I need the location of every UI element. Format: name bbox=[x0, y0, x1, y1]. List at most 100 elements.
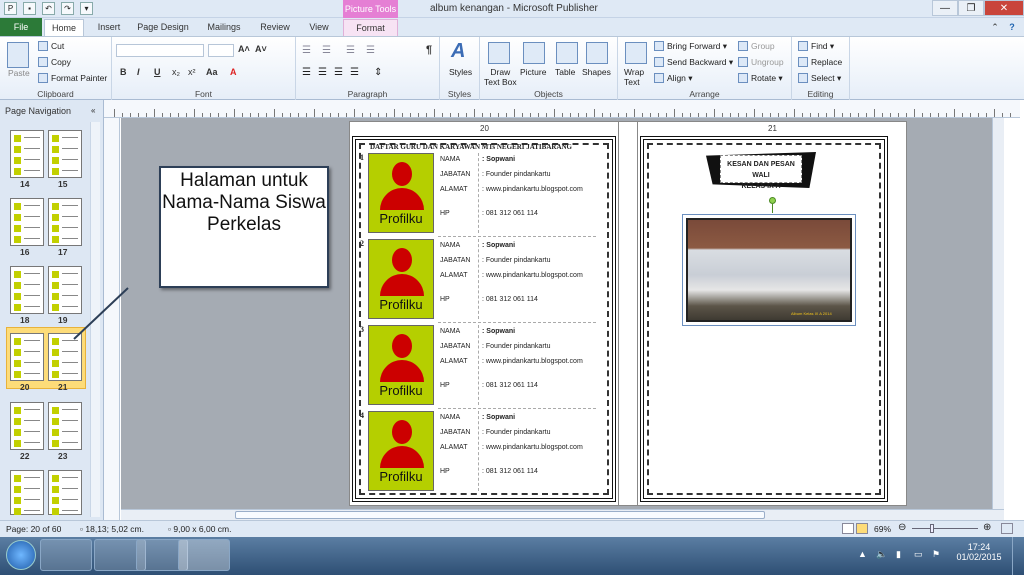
action-center-icon[interactable]: ⚑ bbox=[932, 549, 940, 560]
page-thumbnail[interactable] bbox=[48, 470, 82, 515]
zoom-slider-thumb[interactable] bbox=[930, 524, 934, 533]
help-icon[interactable]: ? bbox=[1005, 19, 1019, 36]
page-20[interactable]: 20 DAFTAR GURU DAN KARYAWAN MTs NEGERI J… bbox=[349, 121, 619, 506]
ungroup-button[interactable]: Ungroup bbox=[738, 57, 784, 67]
page-thumbnail[interactable] bbox=[10, 333, 44, 381]
page-thumb-pair[interactable]: 22 23 bbox=[8, 402, 84, 461]
send-backward-button[interactable]: Send Backward ▾ bbox=[654, 57, 733, 68]
zoom-slider[interactable] bbox=[912, 528, 978, 529]
superscript-icon[interactable]: x² bbox=[188, 67, 196, 77]
two-page-view-icon[interactable] bbox=[856, 523, 868, 534]
page-thumbnail[interactable] bbox=[10, 266, 44, 314]
subscript-icon[interactable]: x₂ bbox=[172, 67, 180, 77]
page-21[interactable]: 21 KESAN DAN PESAN WALI KELAS IX A Album… bbox=[637, 121, 907, 506]
show-desktop-button[interactable] bbox=[1012, 537, 1024, 575]
bullets-icon[interactable]: ☰ bbox=[302, 45, 311, 56]
member-entry[interactable]: 3 Profilku NAMA JABATAN ALAMAT HP : Sopw… bbox=[360, 325, 596, 409]
profile-photo-placeholder[interactable]: Profilku bbox=[368, 239, 434, 319]
member-entry[interactable]: 2 Profilku NAMA JABATAN ALAMAT HP : Sopw… bbox=[360, 239, 596, 323]
grow-font-button[interactable]: A˄ bbox=[238, 44, 250, 54]
align-button[interactable]: Align ▾ bbox=[654, 73, 693, 84]
font-color-icon[interactable]: A bbox=[230, 67, 237, 77]
page-thumb-pair[interactable]: 14 15 bbox=[8, 130, 84, 189]
change-case-icon[interactable]: Aa bbox=[206, 67, 218, 77]
bold-button[interactable]: B bbox=[120, 67, 127, 77]
picture-button[interactable]: Picture bbox=[520, 67, 546, 77]
tab-view[interactable]: View bbox=[304, 19, 334, 36]
network-icon[interactable]: ▮ bbox=[896, 549, 901, 560]
rotate-button[interactable]: Rotate ▾ bbox=[738, 73, 783, 84]
profile-photo-placeholder[interactable]: Profilku bbox=[368, 153, 434, 233]
start-button[interactable] bbox=[6, 540, 36, 570]
page-thumbnail[interactable] bbox=[48, 198, 82, 246]
styles-button[interactable]: Styles bbox=[449, 67, 472, 77]
tab-file[interactable]: File bbox=[0, 18, 42, 36]
class-photo-selected[interactable]: Album Kelas IX A 2014 bbox=[682, 214, 856, 326]
undo-icon[interactable]: ↶ bbox=[42, 2, 55, 15]
page-thumb-pair[interactable]: 16 17 bbox=[8, 198, 84, 257]
redo-icon[interactable]: ↷ bbox=[61, 2, 74, 15]
publisher-app-icon[interactable]: P bbox=[4, 2, 17, 15]
show-hidden-icons-icon[interactable]: ▲ bbox=[858, 549, 867, 559]
tab-page-design[interactable]: Page Design bbox=[134, 19, 192, 36]
shapes-button[interactable]: Shapes bbox=[582, 67, 611, 77]
banner-text-box[interactable]: KESAN DAN PESAN WALI KELAS IX A bbox=[720, 155, 802, 190]
format-painter-button[interactable]: Format Painter bbox=[38, 73, 107, 83]
show-pilcrow-button[interactable]: ¶ bbox=[426, 44, 432, 56]
table-button[interactable]: Table bbox=[555, 67, 575, 77]
paste-button[interactable]: Paste bbox=[8, 68, 30, 78]
page-thumbnail[interactable] bbox=[10, 130, 44, 178]
align-right-icon[interactable]: ☰ bbox=[334, 67, 343, 78]
bring-forward-button[interactable]: Bring Forward ▾ bbox=[654, 41, 727, 52]
page-thumbnail[interactable] bbox=[10, 470, 44, 515]
battery-icon[interactable]: ▭ bbox=[914, 549, 923, 560]
member-entry[interactable]: 4 Profilku NAMA JABATAN ALAMAT HP : Sopw… bbox=[360, 411, 595, 495]
wrap-text-button[interactable]: Wrap Text bbox=[624, 67, 644, 87]
copy-button[interactable]: Copy bbox=[38, 57, 71, 67]
line-spacing-icon[interactable]: ⇕ bbox=[374, 67, 382, 78]
paste-icon[interactable] bbox=[7, 42, 29, 68]
page-thumbnail[interactable] bbox=[10, 402, 44, 450]
profile-photo-placeholder[interactable]: Profilku bbox=[368, 325, 434, 405]
zoom-level[interactable]: 69% bbox=[874, 524, 891, 534]
volume-icon[interactable]: 🔈 bbox=[876, 549, 887, 560]
minimize-ribbon-icon[interactable]: ⌃ bbox=[988, 19, 1002, 36]
minimize-button[interactable]: — bbox=[932, 0, 958, 16]
horizontal-scrollbar[interactable] bbox=[121, 509, 1004, 520]
tab-home[interactable]: Home bbox=[44, 19, 84, 36]
member-entry[interactable]: 1 Profilku NAMA JABATAN ALAMAT HP : Sopw… bbox=[360, 153, 596, 237]
draw-text-box-button[interactable]: Draw Text Box bbox=[484, 67, 517, 87]
tab-mailings[interactable]: Mailings bbox=[202, 19, 246, 36]
clock[interactable]: 17:24 01/02/2015 bbox=[954, 542, 1004, 562]
horizontal-ruler[interactable] bbox=[104, 100, 1020, 118]
indent-icon[interactable]: ☰ bbox=[346, 45, 355, 56]
tab-format[interactable]: Format bbox=[343, 19, 398, 36]
rotate-handle-icon[interactable] bbox=[769, 197, 776, 204]
page-thumbnail[interactable] bbox=[48, 402, 82, 450]
replace-button[interactable]: Replace bbox=[798, 57, 842, 67]
page-thumbnail[interactable] bbox=[48, 130, 82, 178]
font-name-combo[interactable] bbox=[116, 44, 204, 57]
page-indicator[interactable]: Page: 20 of 60 bbox=[6, 524, 61, 534]
align-center-icon[interactable]: ☰ bbox=[318, 67, 327, 78]
select-button[interactable]: Select ▾ bbox=[798, 73, 841, 84]
zoom-in-icon[interactable]: ⊕ bbox=[983, 522, 991, 533]
italic-button[interactable]: I bbox=[137, 67, 140, 77]
customize-qat-icon[interactable]: ▾ bbox=[80, 2, 93, 15]
font-size-combo[interactable] bbox=[208, 44, 234, 57]
page-thumbnail[interactable] bbox=[10, 198, 44, 246]
fit-page-icon[interactable] bbox=[1001, 523, 1013, 534]
cut-button[interactable]: Cut bbox=[38, 41, 64, 51]
close-button[interactable]: ✕ bbox=[984, 0, 1024, 16]
shrink-font-button[interactable]: A˅ bbox=[255, 44, 267, 54]
collapse-pane-icon[interactable]: « bbox=[91, 106, 95, 115]
tab-review[interactable]: Review bbox=[256, 19, 294, 36]
maximize-button[interactable]: ❐ bbox=[958, 0, 984, 16]
zoom-out-icon[interactable]: ⊖ bbox=[898, 522, 906, 533]
numbering-icon[interactable]: ☰ bbox=[322, 45, 331, 56]
tab-insert[interactable]: Insert bbox=[94, 19, 124, 36]
single-page-view-icon[interactable] bbox=[842, 523, 854, 534]
outdent-icon[interactable]: ☰ bbox=[366, 45, 375, 56]
vertical-scrollbar[interactable] bbox=[992, 118, 1004, 509]
find-button[interactable]: Find ▾ bbox=[798, 41, 834, 52]
